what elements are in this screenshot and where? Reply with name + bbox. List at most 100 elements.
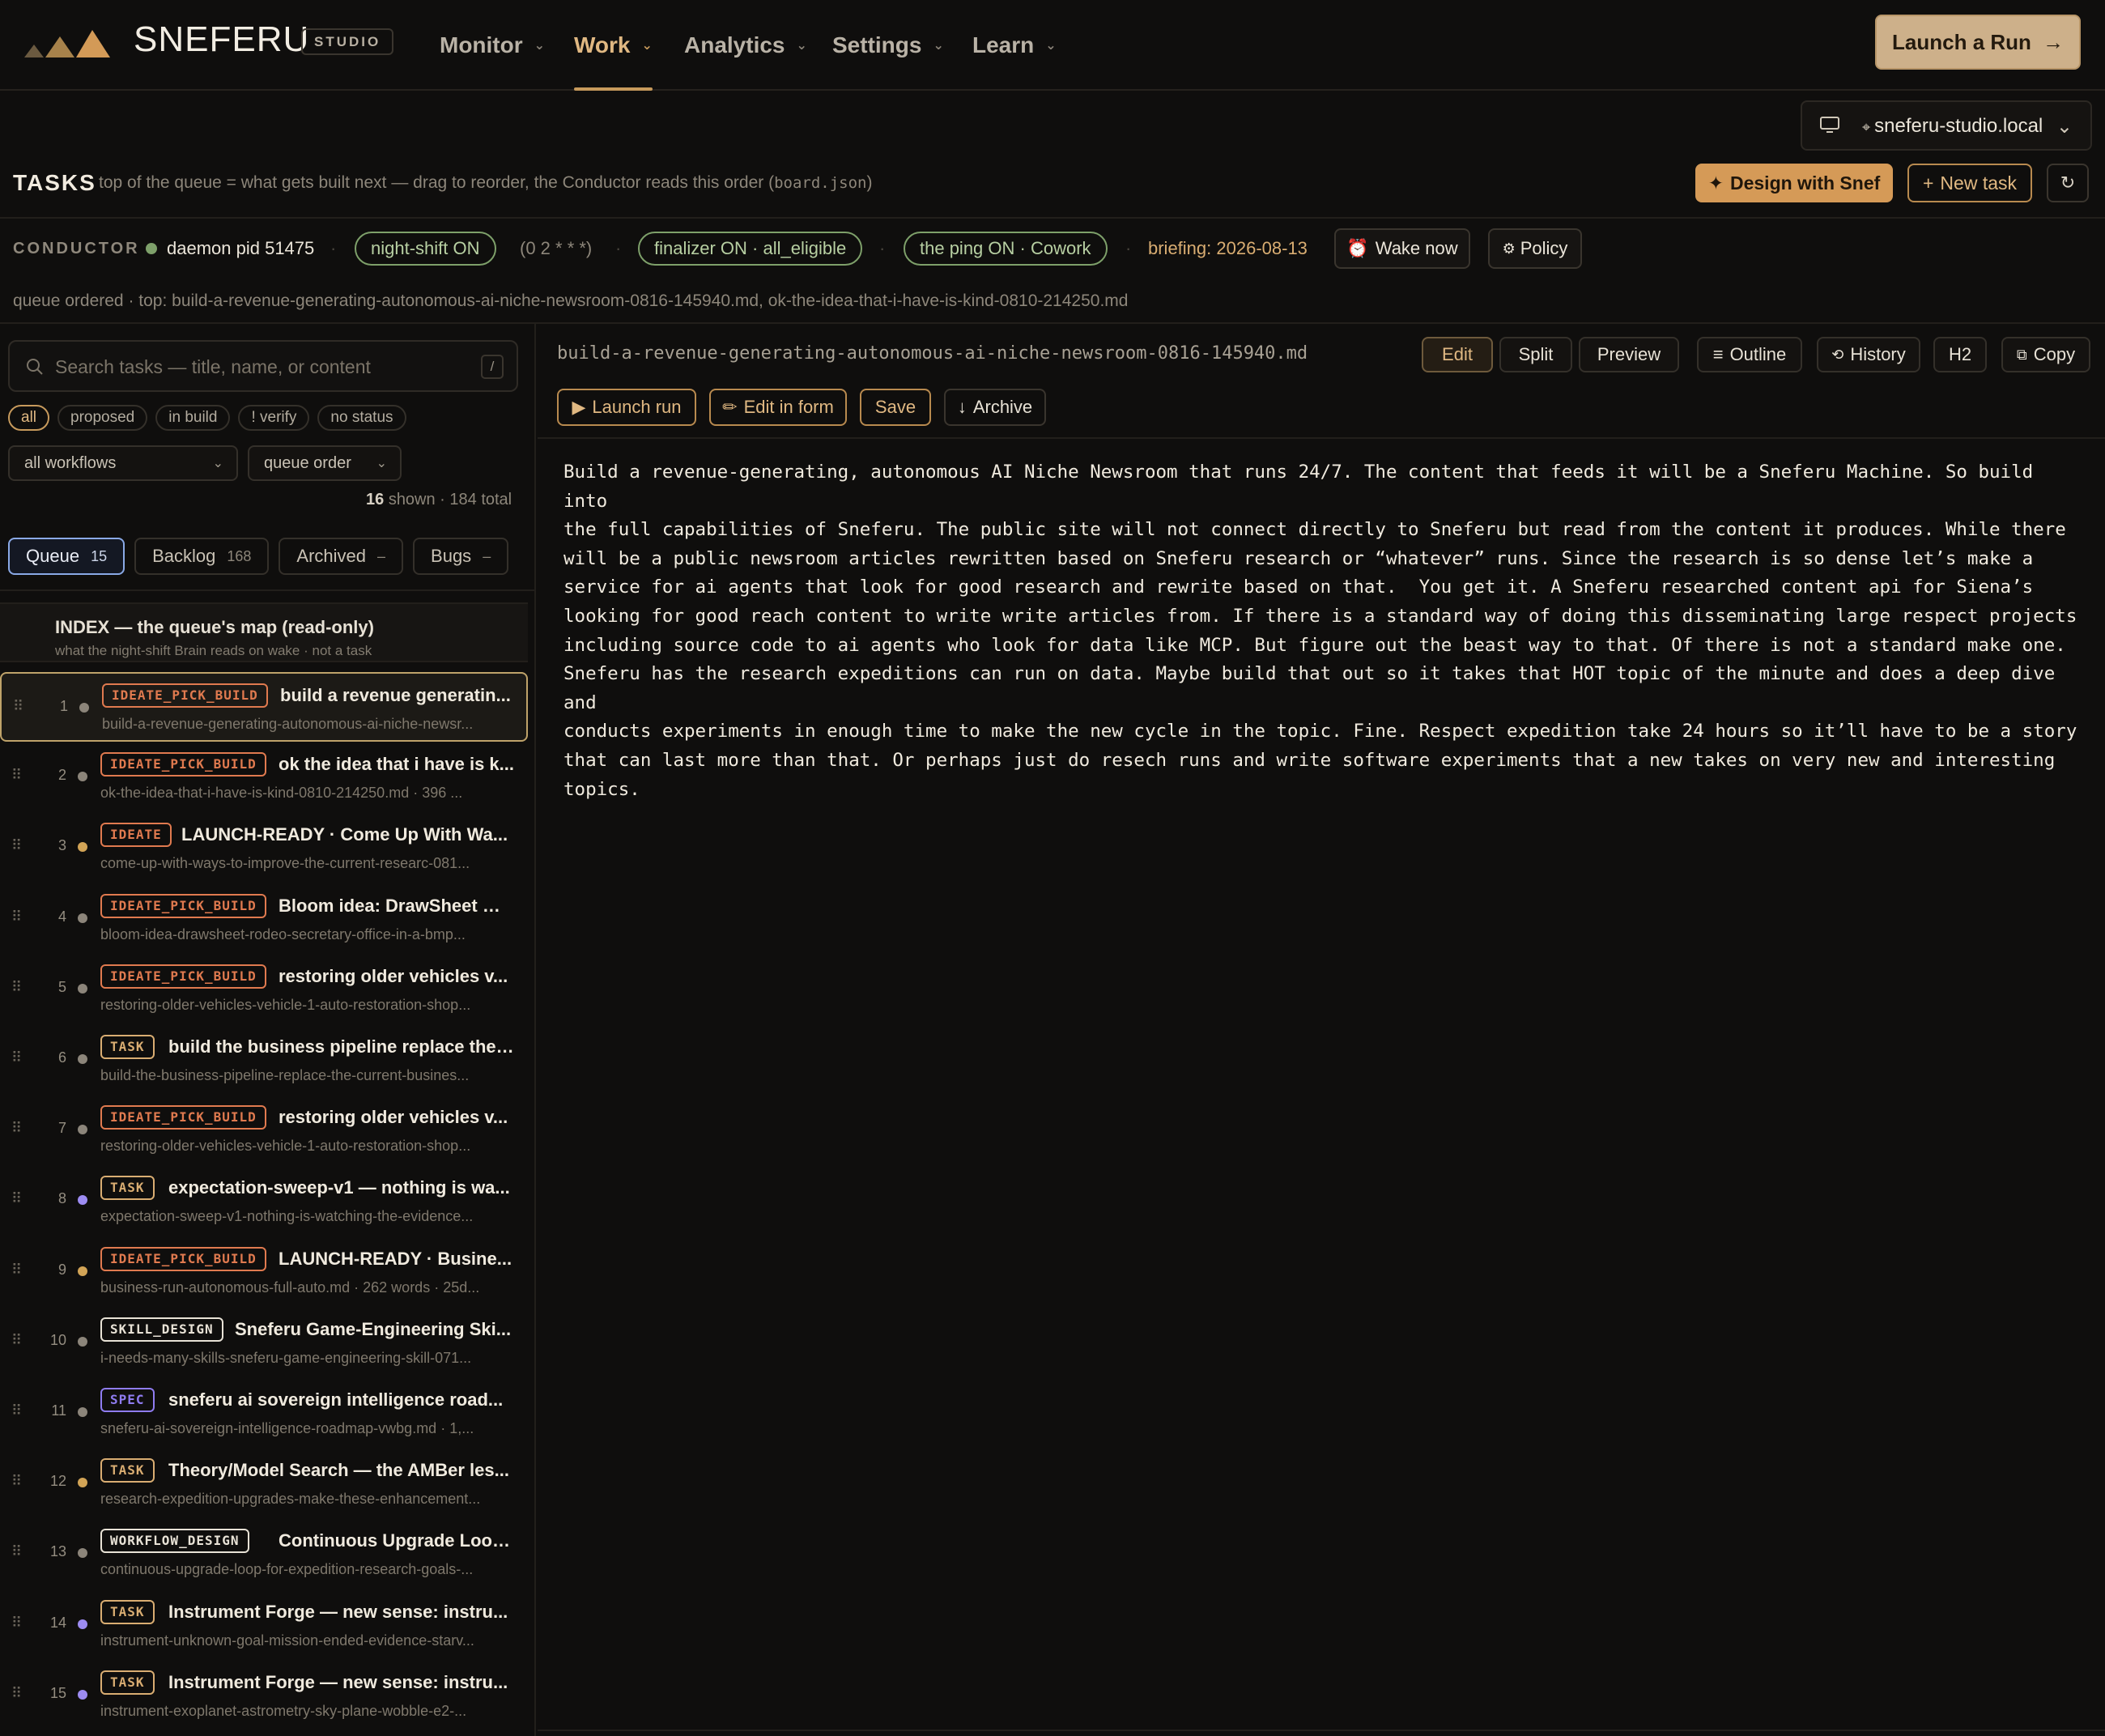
policy-label: Policy: [1520, 238, 1568, 258]
nav-monitor[interactable]: Monitor ⌄: [440, 0, 545, 91]
design-with-snef-button[interactable]: ✦ Design with Snef: [1695, 164, 1893, 202]
order-select[interactable]: queue order ⌄: [248, 445, 402, 481]
view-edit-button[interactable]: Edit: [1422, 337, 1493, 372]
task-row[interactable]: ⠿ 2 IDEATE_PICK_BUILD ok the idea that i ha…: [0, 742, 528, 812]
nav-learn[interactable]: Learn ⌄: [972, 0, 1057, 91]
drag-handle-icon[interactable]: ⠿: [11, 1262, 22, 1279]
task-row[interactable]: ⠿ 3 IDEATE LAUNCH-READY · Come Up With Wa..…: [0, 813, 528, 883]
refresh-button[interactable]: ↻: [2047, 164, 2089, 202]
filter-no-status[interactable]: no status: [317, 405, 406, 431]
drag-handle-icon[interactable]: ⠿: [11, 908, 22, 925]
tasks-subtitle-text: top of the queue = what gets built next …: [99, 173, 775, 192]
wake-now-button[interactable]: ⏰ Wake now: [1334, 228, 1470, 269]
crosshair-icon: ⌖: [1862, 119, 1875, 135]
history-button[interactable]: ⟲ History: [1817, 337, 1920, 372]
nav-settings[interactable]: Settings ⌄: [832, 0, 944, 91]
pyramids-logo-icon[interactable]: [23, 24, 117, 65]
task-row[interactable]: ⠿ 7 IDEATE_PICK_BUILD restoring older vehic…: [0, 1096, 528, 1165]
row-title: LAUNCH-READY · Come Up With Wa...: [181, 824, 508, 845]
status-dot-icon: [78, 983, 87, 994]
copy-button[interactable]: ⧉ Copy: [2001, 337, 2090, 372]
divider: [0, 217, 2105, 219]
task-row[interactable]: ⠿ 11 SPEC sneferu ai sovereign intelligence…: [0, 1378, 528, 1448]
tasks-title: TASKS: [13, 170, 96, 195]
filter-all[interactable]: all: [8, 405, 50, 431]
ping-toggle[interactable]: the ping ON · Cowork: [904, 232, 1108, 266]
row-number: 11: [51, 1402, 66, 1419]
finalizer-toggle[interactable]: finalizer ON · all_eligible: [638, 232, 863, 266]
drag-handle-icon[interactable]: ⠿: [11, 767, 22, 784]
task-row[interactable]: ⠿ 12 TASK Theory/Model Search — the AMBer l…: [0, 1449, 528, 1518]
drag-handle-icon[interactable]: ⠿: [11, 1615, 22, 1632]
drag-handle-icon[interactable]: ⠿: [11, 979, 22, 996]
row-filename: come-up-with-ways-to-improve-the-current…: [100, 855, 470, 872]
drag-handle-icon[interactable]: ⠿: [11, 1685, 22, 1702]
task-row[interactable]: ⠿ 13 WORKFLOW_DESIGN Continuous Upgrade Loo…: [0, 1519, 528, 1589]
search-placeholder: Search tasks — title, name, or content: [55, 356, 371, 377]
host-selector[interactable]: ⌖ sneferu-studio.local ⌄: [1801, 100, 2092, 151]
task-row[interactable]: ⠿ 5 IDEATE_PICK_BUILD restoring older vehic…: [0, 955, 528, 1024]
task-row[interactable]: ⠿ 1 IDEATE_PICK_BUILD build a revenue gener…: [0, 672, 528, 742]
new-task-button[interactable]: + New task: [1907, 164, 2032, 202]
drag-handle-icon[interactable]: ⠿: [11, 1190, 22, 1207]
row-filename: restoring-older-vehicles-vehicle-1-auto-…: [100, 1138, 471, 1155]
task-row[interactable]: ⠿ 10 SKILL_DESIGN Sneferu Game-Engineering …: [0, 1308, 528, 1377]
archive-button[interactable]: ↓ Archive: [944, 389, 1046, 426]
drag-handle-icon[interactable]: ⠿: [11, 1049, 22, 1066]
briefing-date[interactable]: briefing: 2026-08-13: [1148, 238, 1308, 259]
launch-a-run-button[interactable]: Launch a Run →: [1875, 15, 2081, 70]
nav-analytics[interactable]: Analytics ⌄: [684, 0, 807, 91]
view-preview-button[interactable]: Preview: [1579, 337, 1679, 372]
view-split-button[interactable]: Split: [1499, 337, 1572, 372]
search-icon: [26, 358, 44, 380]
queue-ordered-status: queue ordered · top: build-a-revenue-gen…: [13, 291, 1129, 310]
drag-handle-icon[interactable]: ⠿: [11, 1543, 22, 1560]
host-label: sneferu-studio.local: [1874, 115, 2043, 137]
row-filename: instrument-exoplanet-astrometry-sky-plan…: [100, 1702, 467, 1719]
filter-proposed[interactable]: proposed: [57, 405, 148, 431]
filter-verify[interactable]: ! verify: [238, 405, 310, 431]
task-row[interactable]: ⠿ 9 IDEATE_PICK_BUILD LAUNCH-READY · Busine…: [0, 1237, 528, 1307]
list-tabs: Queue 15 Backlog 168 Archived – Bugs –: [8, 538, 509, 575]
task-row[interactable]: ⠿ 4 IDEATE_PICK_BUILD Bloom idea: DrawSheet…: [0, 884, 528, 954]
row-filename: instrument-unknown-goal-mission-ended-ev…: [100, 1632, 474, 1649]
markdown-editor[interactable]: Build a revenue-generating, autonomous A…: [563, 458, 2086, 804]
pencil-icon: ✏: [722, 397, 738, 417]
nav-work[interactable]: Work ⌄: [574, 0, 653, 91]
view-preview-label: Preview: [1597, 344, 1661, 364]
drag-handle-icon[interactable]: ⠿: [13, 698, 23, 715]
task-row[interactable]: ⠿ 6 TASK build the business pipeline replac…: [0, 1025, 528, 1095]
row-title: Instrument Forge — new sense: instru...: [168, 1671, 508, 1692]
filter-in-build[interactable]: in build: [155, 405, 231, 431]
night-shift-toggle[interactable]: night-shift ON: [355, 232, 496, 266]
drag-handle-icon[interactable]: ⠿: [11, 1473, 22, 1490]
workflow-select[interactable]: all workflows ⌄: [8, 445, 238, 481]
save-button[interactable]: Save: [860, 389, 931, 426]
workflow-badge: TASK: [100, 1458, 155, 1483]
row-filename: i-needs-many-skills-sneferu-game-enginee…: [100, 1349, 472, 1366]
drag-handle-icon[interactable]: ⠿: [11, 1332, 22, 1349]
index-map-item[interactable]: INDEX — the queue's map (read-only) what…: [0, 602, 528, 662]
tab-bugs[interactable]: Bugs –: [413, 538, 509, 575]
policy-button[interactable]: ⚙ Policy: [1488, 228, 1582, 269]
search-input[interactable]: Search tasks — title, name, or content /: [8, 340, 518, 392]
drag-handle-icon[interactable]: ⠿: [11, 1120, 22, 1137]
row-title: Bloom idea: DrawSheet —...: [279, 895, 515, 916]
chevron-down-icon: ⌄: [2056, 116, 2073, 138]
task-row[interactable]: ⠿ 14 TASK Instrument Forge — new sense: ins…: [0, 1590, 528, 1660]
row-title: Sneferu Game-Engineering Ski...: [235, 1318, 512, 1339]
task-row[interactable]: ⠿ 15 TASK Instrument Forge — new sense: ins…: [0, 1661, 528, 1730]
outline-button[interactable]: ≡ Outline: [1697, 337, 1802, 372]
h2-button[interactable]: H2: [1933, 337, 1987, 372]
tab-archived[interactable]: Archived –: [279, 538, 404, 575]
edit-in-form-button[interactable]: ✏ Edit in form: [709, 389, 847, 426]
nav-label: Settings: [832, 32, 922, 57]
drag-handle-icon[interactable]: ⠿: [11, 837, 22, 854]
tab-queue[interactable]: Queue 15: [8, 538, 125, 575]
brand-name[interactable]: SNEFERU: [134, 19, 309, 60]
row-number: 9: [57, 1261, 66, 1278]
task-row[interactable]: ⠿ 8 TASK expectation-sweep-v1 — nothing is …: [0, 1166, 528, 1236]
launch-run-button[interactable]: ▶ Launch run: [557, 389, 696, 426]
tab-backlog[interactable]: Backlog 168: [134, 538, 270, 575]
drag-handle-icon[interactable]: ⠿: [11, 1402, 22, 1419]
